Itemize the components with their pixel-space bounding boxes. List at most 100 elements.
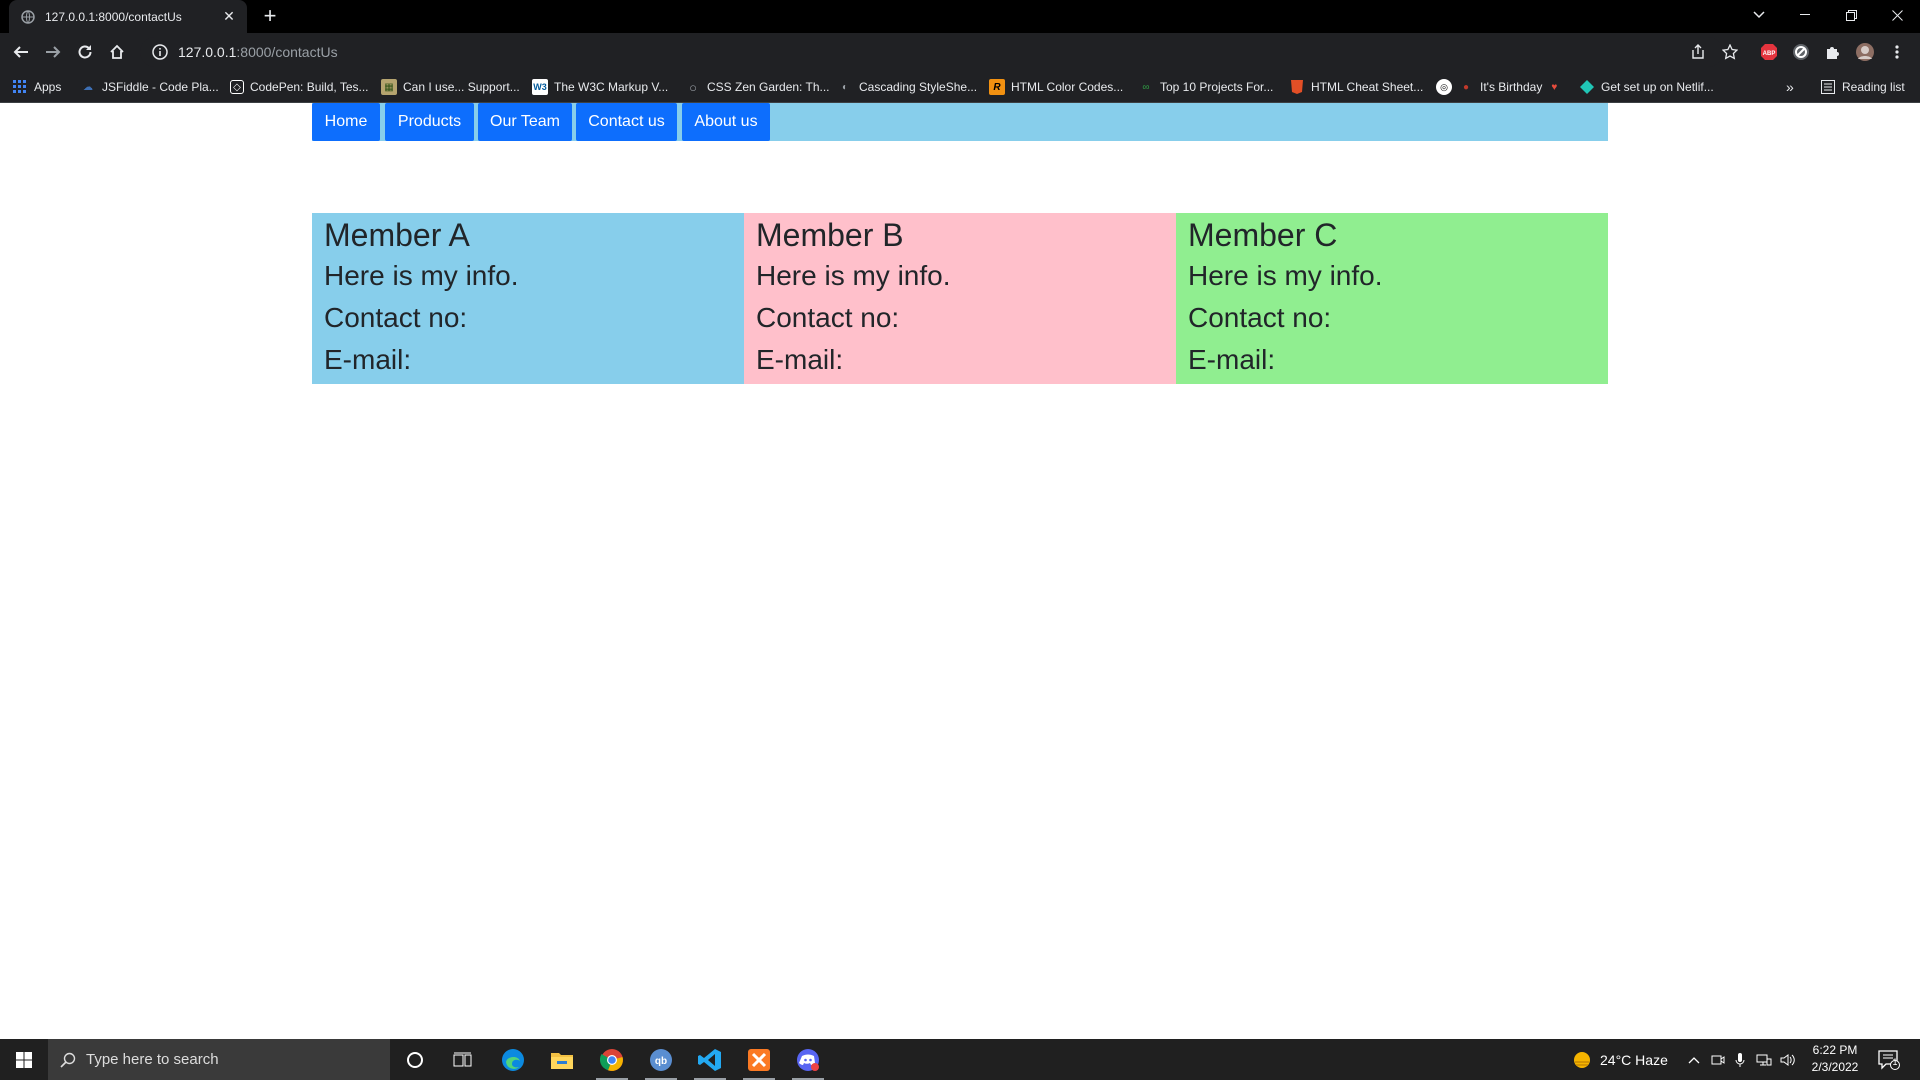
svg-text:qb: qb <box>655 1056 667 1067</box>
minimize-button[interactable] <box>1782 0 1828 30</box>
bookmark-birthday[interactable]: ◎ ● It's Birthday ♥ <box>1436 77 1568 97</box>
task-view-icon[interactable] <box>439 1039 487 1080</box>
member-info: Here is my info. <box>324 260 519 291</box>
bookmark-apps[interactable]: Apps <box>12 77 61 97</box>
reading-list-icon <box>1820 79 1836 95</box>
avatar[interactable] <box>1853 40 1877 64</box>
svg-text:ABP: ABP <box>1763 51 1776 57</box>
bookmark-label: Apps <box>34 80 62 94</box>
netlify-icon <box>1579 79 1595 95</box>
chrome-icon[interactable] <box>588 1039 636 1080</box>
url-path: :8000/contactUs <box>236 44 338 60</box>
zen-garden-icon: ○ <box>689 79 697 95</box>
reading-list-button[interactable]: Reading list <box>1820 77 1905 97</box>
globe-icon <box>21 9 35 24</box>
bookmark-w3c[interactable]: W3 The W3C Markup V... <box>532 77 668 97</box>
search-placeholder: Type here to search <box>86 1051 219 1068</box>
system-clock[interactable]: 6:22 PM 2/3/2022 <box>1806 1042 1864 1076</box>
bookmark-zen-garden[interactable]: ○ CSS Zen Garden: Th... <box>685 77 830 97</box>
bookmark-label: HTML Color Codes... <box>1011 80 1124 94</box>
bookmarks-bar: Apps ☁ JSFiddle - Code Pla... ◇ CodePen:… <box>0 71 1920 103</box>
search-icon <box>60 1052 76 1068</box>
bookmark-netlify[interactable]: Get set up on Netlif... <box>1579 77 1714 97</box>
team-members: Member A Here is my info. Contact no: E-… <box>312 213 1608 384</box>
windows-start-icon[interactable] <box>0 1039 48 1080</box>
share-icon[interactable] <box>1686 40 1710 64</box>
extensions-puzzle-icon[interactable] <box>1821 40 1845 64</box>
member-info: Here is my info. <box>756 260 951 291</box>
reload-icon[interactable] <box>73 40 97 64</box>
nav-about-us-link[interactable]: About us <box>682 103 770 141</box>
qbittorrent-icon[interactable]: qb <box>637 1039 685 1080</box>
bookmark-css[interactable]: ◐ Cascading StyleShe... <box>837 77 977 97</box>
member-card-a: Member A Here is my info. Contact no: E-… <box>312 213 744 384</box>
address-bar[interactable]: 127.0.0.1 :8000/contactUs <box>140 37 1723 67</box>
tab-title: 127.0.0.1:8000/contactUs <box>45 9 182 24</box>
member-info: Here is my info. <box>1188 260 1383 291</box>
adblock-icon[interactable]: ABP <box>1757 40 1781 64</box>
show-hidden-icons[interactable] <box>1688 1039 1700 1080</box>
bookmark-label: CSS Zen Garden: Th... <box>707 80 830 94</box>
birthday-icon: ● <box>1462 81 1470 93</box>
nav-contact-us-link[interactable]: Contact us <box>576 103 677 141</box>
info-icon[interactable] <box>152 44 168 60</box>
bookmark-label: Top 10 Projects For... <box>1160 80 1274 94</box>
forward-arrow-icon[interactable] <box>41 40 65 64</box>
member-contact: Contact no: <box>1188 302 1332 333</box>
network-icon[interactable] <box>1756 1039 1772 1080</box>
tab-strip: 127.0.0.1:8000/contactUs ✕ + <box>0 0 1920 33</box>
notification-center-icon[interactable]: 1 <box>1878 1039 1900 1080</box>
nav-our-team-link[interactable]: Our Team <box>478 103 572 141</box>
bookmark-html-color-codes[interactable]: R HTML Color Codes... <box>989 77 1123 97</box>
taskbar-search-box[interactable]: Type here to search <box>48 1039 390 1080</box>
back-arrow-icon[interactable] <box>9 40 33 64</box>
bookmark-label: HTML Cheat Sheet... <box>1311 80 1424 94</box>
weather-widget[interactable]: 24°C Haze <box>1572 1039 1668 1080</box>
page-content: Home Products Our Team Contact us About … <box>0 103 1920 1039</box>
bookmark-jsfiddle[interactable]: ☁ JSFiddle - Code Pla... <box>80 77 219 97</box>
apps-grid-icon <box>12 79 28 95</box>
cortana-icon[interactable] <box>391 1039 439 1080</box>
close-tab-icon[interactable]: ✕ <box>219 7 239 27</box>
taskbar: Type here to search qb 24°C Haze 6:22 PM… <box>0 1039 1920 1080</box>
notification-count: 1 <box>1892 1057 1898 1067</box>
nav-products-link[interactable]: Products <box>385 103 474 141</box>
home-icon[interactable] <box>105 40 129 64</box>
heart-icon: ♥ <box>1551 81 1558 93</box>
extension-circle-icon[interactable] <box>1789 40 1813 64</box>
url-host: 127.0.0.1 <box>178 44 237 60</box>
bookmark-star-icon[interactable] <box>1718 40 1742 64</box>
microphone-icon[interactable] <box>1735 1039 1745 1080</box>
file-explorer-icon[interactable] <box>538 1039 586 1080</box>
meet-now-icon[interactable] <box>1711 1039 1725 1080</box>
browser-toolbar: 127.0.0.1 :8000/contactUs ABP <box>0 33 1920 71</box>
bookmark-codepen[interactable]: ◇ CodePen: Build, Tes... <box>230 77 369 97</box>
xampp-icon[interactable] <box>735 1039 783 1080</box>
restore-button[interactable] <box>1828 0 1874 30</box>
bookmark-label: JSFiddle - Code Pla... <box>102 80 219 94</box>
edge-icon[interactable] <box>489 1039 537 1080</box>
bookmark-label: Can I use... Support... <box>403 80 520 94</box>
more-bookmarks-icon[interactable]: » <box>1786 77 1794 97</box>
projects-icon: ∞ <box>1142 81 1150 93</box>
nav-home-link[interactable]: Home <box>312 103 380 141</box>
more-menu-icon[interactable] <box>1885 40 1909 64</box>
volume-icon[interactable] <box>1780 1039 1796 1080</box>
site-navbar: Home Products Our Team Contact us About … <box>312 103 1608 141</box>
bookmark-caniuse[interactable]: ▦ Can I use... Support... <box>381 77 520 97</box>
discord-icon[interactable] <box>784 1039 832 1080</box>
member-card-b: Member B Here is my info. Contact no: E-… <box>744 213 1176 384</box>
member-name: Member A <box>324 217 470 253</box>
bookmark-top-projects[interactable]: ∞ Top 10 Projects For... <box>1138 77 1273 97</box>
globe-icon: ◎ <box>1436 79 1452 95</box>
member-contact: Contact no: <box>324 302 468 333</box>
caniuse-icon: ▦ <box>381 79 397 95</box>
browser-tab[interactable]: 127.0.0.1:8000/contactUs ✕ <box>9 0 247 33</box>
member-name: Member C <box>1188 217 1338 253</box>
clock-date: 2/3/2022 <box>1811 1060 1859 1074</box>
new-tab-button[interactable]: + <box>258 3 282 28</box>
bookmark-html-cheat-sheet[interactable]: HTML Cheat Sheet... <box>1289 77 1423 97</box>
close-window-button[interactable] <box>1874 0 1920 30</box>
tab-search-icon[interactable] <box>1736 0 1782 30</box>
vscode-icon[interactable] <box>686 1039 734 1080</box>
